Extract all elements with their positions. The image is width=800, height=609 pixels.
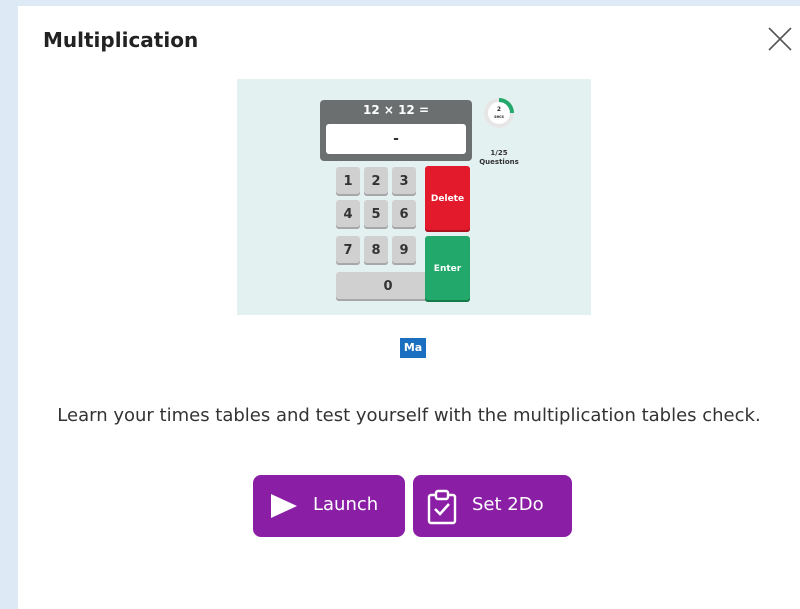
- key-5: 5: [364, 200, 388, 229]
- question-text: 12 × 12 =: [362, 103, 430, 117]
- key-8: 8: [364, 236, 388, 265]
- key-9: 9: [392, 236, 416, 265]
- set-2do-label: Set 2Do: [472, 494, 544, 515]
- key-2: 2: [364, 167, 388, 196]
- activity-modal: Multiplication 12 × 12 = - 2 secs 1/25 Q…: [18, 6, 800, 609]
- enter-key: Enter: [425, 236, 470, 302]
- close-button[interactable]: [765, 24, 795, 54]
- counter-value: 1/25: [490, 149, 508, 157]
- modal-title: Multiplication: [43, 28, 199, 52]
- key-1: 1: [336, 167, 360, 196]
- key-4: 4: [336, 200, 360, 229]
- set-2do-button[interactable]: Set 2Do: [413, 475, 572, 537]
- launch-label: Launch: [313, 494, 379, 515]
- timer-dial: 2 secs: [484, 98, 514, 128]
- delete-key: Delete: [425, 166, 470, 232]
- activity-description: Learn your times tables and test yoursel…: [57, 405, 761, 426]
- clipboard-check-icon: [427, 489, 457, 525]
- question-counter: 1/25 Questions: [469, 149, 529, 167]
- answer-box: -: [326, 124, 466, 154]
- timer-progress-icon: [484, 98, 514, 128]
- key-6: 6: [392, 200, 416, 229]
- subject-badge: Ma: [400, 338, 426, 358]
- key-7: 7: [336, 236, 360, 265]
- activity-preview-image: 12 × 12 = - 2 secs 1/25 Questions 1 2 3 …: [237, 79, 591, 315]
- launch-button[interactable]: Launch: [253, 475, 405, 537]
- play-icon: [271, 494, 297, 518]
- calculator-screen: 12 × 12 = -: [320, 100, 472, 161]
- key-3: 3: [392, 167, 416, 196]
- timer-value: 2: [496, 106, 502, 113]
- timer-unit: secs: [494, 114, 504, 119]
- counter-label: Questions: [479, 158, 519, 166]
- close-icon: [768, 27, 792, 51]
